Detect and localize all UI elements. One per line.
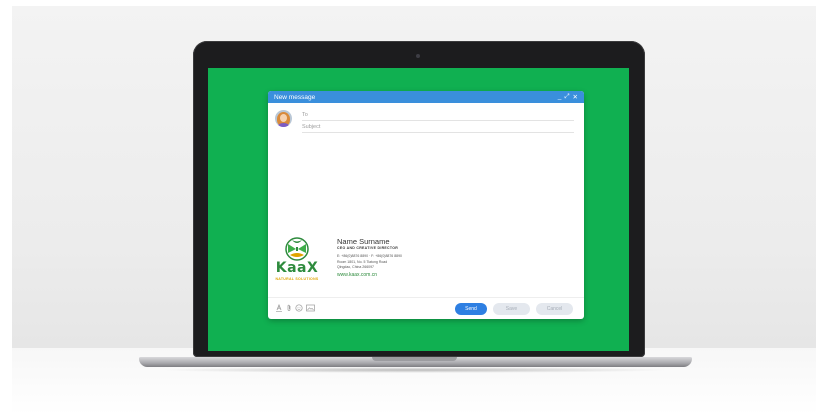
minimize-icon[interactable]: _ [558,93,562,101]
signature-logo: KaaX NATURAL SOLUTIONS [271,237,323,285]
signature-role: CEO AND CREATIVE DIRECTOR [337,246,399,250]
leaf-emblem-icon [285,237,309,261]
text-format-icon[interactable] [275,303,283,312]
laptop-notch [372,357,457,361]
emoji-icon[interactable] [295,304,303,312]
image-icon[interactable] [306,304,315,312]
to-field[interactable]: To [302,110,574,121]
subject-placeholder: Subject [302,124,321,130]
attachment-icon[interactable] [285,304,293,312]
signature-address-line2: Qingdao, China 266097 [337,265,374,269]
subject-field[interactable]: Subject [302,122,574,133]
signature-name: Name Surname [337,237,390,246]
save-button[interactable]: Save [493,303,530,315]
laptop-shadow [160,367,670,373]
compose-titlebar: New message _ ⤢ ✕ [268,91,584,103]
logo-text: KaaX [275,260,319,276]
signature-website[interactable]: www.kaax.com.cn [337,271,457,279]
laptop-lid: New message _ ⤢ ✕ To Subject KaaX NATURA… [193,41,645,357]
camera-dot [416,54,420,58]
compose-title: New message [274,93,316,101]
laptop-screen: New message _ ⤢ ✕ To Subject KaaX NATURA… [208,68,629,351]
to-placeholder: To [302,112,308,118]
signature-phones: E: +86(0)8876 8890 · F: +86(0)8876 8890 [337,254,402,258]
signature-details: Name Surname CEO AND CREATIVE DIRECTOR E… [337,238,457,279]
compose-window: New message _ ⤢ ✕ To Subject KaaX NATURA… [268,91,584,319]
send-button[interactable]: Send [455,303,487,315]
expand-icon[interactable]: ⤢ [564,93,569,101]
avatar [275,110,292,127]
logo-tagline: NATURAL SOLUTIONS [275,277,319,281]
cancel-button[interactable]: Cancel [536,303,573,315]
close-icon[interactable]: ✕ [573,93,578,101]
window-controls: _ ⤢ ✕ [558,93,578,101]
compose-toolbar: Send Save Cancel [268,297,584,319]
